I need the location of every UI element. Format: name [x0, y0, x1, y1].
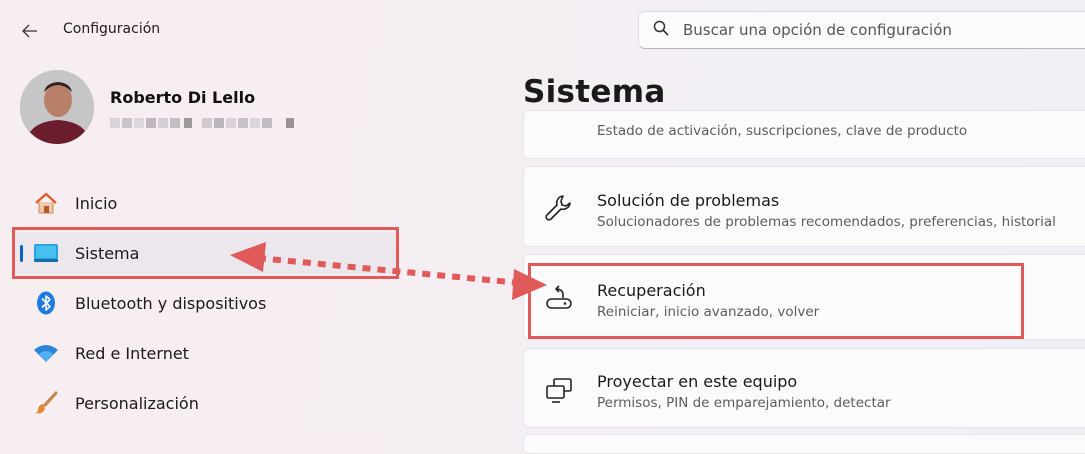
paintbrush-icon	[33, 391, 59, 415]
selection-indicator	[20, 245, 23, 262]
back-arrow-icon[interactable]	[18, 19, 42, 43]
card-title: Solución de problemas	[597, 191, 780, 210]
card-proyectar[interactable]: Proyectar en este equipo Permisos, PIN d…	[523, 348, 1085, 428]
sidebar-item-label: Sistema	[75, 244, 140, 263]
recovery-icon	[542, 281, 576, 315]
project-screen-icon	[542, 373, 576, 407]
sidebar-item-red[interactable]: Red e Internet	[12, 332, 397, 374]
home-icon	[33, 191, 59, 215]
sidebar-item-label: Personalización	[75, 394, 199, 413]
search-input[interactable]	[681, 20, 1065, 40]
card-next[interactable]	[523, 434, 1085, 454]
avatar[interactable]	[20, 70, 94, 144]
card-title: Recuperación	[597, 281, 706, 300]
app-title: Configuración	[63, 21, 161, 37]
card-subtitle: Permisos, PIN de emparejamiento, detecta…	[597, 395, 891, 411]
search-box[interactable]	[638, 11, 1085, 49]
card-subtitle: Solucionadores de problemas recomendados…	[597, 214, 1056, 230]
wrench-icon	[542, 191, 576, 225]
sidebar-item-personalizacion[interactable]: Personalización	[12, 382, 397, 424]
user-name: Roberto Di Lello	[110, 88, 256, 107]
monitor-icon	[33, 241, 59, 265]
sidebar-item-sistema[interactable]: Sistema	[12, 232, 397, 274]
card-title: Proyectar en este equipo	[597, 372, 798, 391]
sidebar-item-label: Red e Internet	[75, 344, 189, 363]
sidebar-item-label: Inicio	[75, 194, 118, 213]
page-title: Sistema	[523, 74, 666, 110]
card-recuperacion[interactable]: Recuperación Reiniciar, inicio avanzado,…	[523, 254, 1085, 340]
sidebar-item-label: Bluetooth y dispositivos	[75, 294, 267, 313]
user-email-blurred	[110, 115, 296, 129]
card-subtitle: Reiniciar, inicio avanzado, volver	[597, 304, 820, 320]
sidebar-item-bluetooth[interactable]: Bluetooth y dispositivos	[12, 282, 397, 324]
card-activacion[interactable]: Estado de activación, suscripciones, cla…	[523, 110, 1085, 159]
bluetooth-icon	[33, 291, 59, 315]
sidebar-item-inicio[interactable]: Inicio	[12, 182, 397, 224]
card-subtitle: Estado de activación, suscripciones, cla…	[597, 123, 968, 139]
card-solucion-problemas[interactable]: Solución de problemas Solucionadores de …	[523, 166, 1085, 247]
wifi-icon	[33, 341, 59, 365]
search-icon	[653, 20, 669, 40]
